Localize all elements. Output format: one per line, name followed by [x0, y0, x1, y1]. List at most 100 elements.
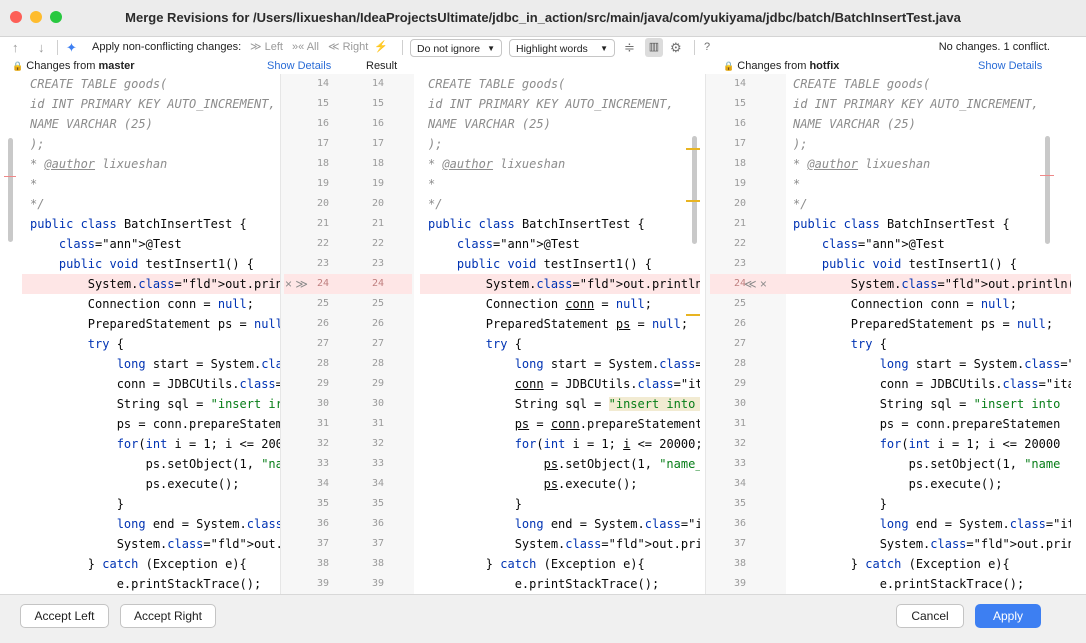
code-line[interactable]: * @author lixueshan [22, 154, 280, 174]
code-line[interactable]: System.class="fld">out.println("time c [420, 534, 700, 554]
code-line[interactable]: ps.execute(); [22, 474, 280, 494]
code-line[interactable]: * [22, 174, 280, 194]
highlight-mode-select[interactable]: Highlight words ▼ [509, 39, 615, 57]
code-line[interactable]: String sql = "insert into [420, 394, 700, 414]
result-code-pane[interactable]: CREATE TABLE goods(id INT PRIMARY KEY AU… [420, 74, 700, 594]
code-line[interactable]: id INT PRIMARY KEY AUTO_INCREMENT, [22, 94, 280, 114]
code-line[interactable]: CREATE TABLE goods( [420, 74, 700, 94]
left-scrollbar[interactable] [8, 138, 13, 242]
code-line[interactable]: ps.execute(); [420, 474, 700, 494]
code-line[interactable]: */ [22, 194, 280, 214]
ignore-whitespace-select[interactable]: Do not ignore ▼ [410, 39, 502, 57]
code-line[interactable]: public void testInsert1() { [420, 254, 700, 274]
code-line[interactable]: NAME VARCHAR (25) [420, 114, 700, 134]
code-line[interactable]: try { [22, 334, 280, 354]
code-line[interactable]: } [420, 494, 700, 514]
apply-left-button[interactable]: ≫ Left [250, 36, 283, 59]
code-line[interactable]: ps.setObject(1, "name_ [420, 454, 700, 474]
right-show-details-link[interactable]: Show Details [978, 59, 1042, 74]
apply-right-button[interactable]: ≪ Right [328, 36, 368, 59]
code-line[interactable]: Connection conn = null; [420, 294, 700, 314]
code-line[interactable]: ps = conn.prepareStatement [420, 414, 700, 434]
code-line[interactable]: } [785, 494, 1071, 514]
code-line[interactable]: conn = JDBCUtils.class="ital">getConnect [420, 374, 700, 394]
code-line[interactable]: conn = JDBCUtils.class="ital">getCor [22, 374, 280, 394]
code-line[interactable]: ps.setObject(1, "na [22, 454, 280, 474]
code-line[interactable]: ); [785, 134, 1071, 154]
magic-resolve-icon[interactable]: ✦ [66, 36, 77, 59]
code-line[interactable]: e.printStackTrace(); [420, 574, 700, 594]
code-line[interactable]: for(int i = 1; i <= 20000; [420, 434, 700, 454]
code-line[interactable]: * @author lixueshan [420, 154, 700, 174]
code-line[interactable]: Connection conn = null; [22, 294, 280, 314]
code-line[interactable]: public class BatchInsertTest { [22, 214, 280, 234]
code-line[interactable]: PreparedStatement ps = null [22, 314, 280, 334]
code-line[interactable]: System.class="fld">out.println("zz"); [785, 274, 1071, 294]
code-line[interactable]: class="ann">@Test [420, 234, 700, 254]
code-line[interactable]: class="ann">@Test [785, 234, 1071, 254]
code-line[interactable]: PreparedStatement ps = null; [420, 314, 700, 334]
code-line[interactable]: try { [420, 334, 700, 354]
code-line[interactable]: PreparedStatement ps = null; [785, 314, 1071, 334]
wand-icon[interactable]: ⚡ [374, 36, 388, 59]
accept-right-button[interactable]: Accept Right [120, 604, 216, 628]
left-show-details-link[interactable]: Show Details [267, 59, 331, 74]
code-line[interactable]: System.class="fld">out.println("yy"); [22, 274, 280, 294]
code-line[interactable]: id INT PRIMARY KEY AUTO_INCREMENT, [785, 94, 1071, 114]
code-line[interactable]: CREATE TABLE goods( [785, 74, 1071, 94]
code-line[interactable]: Connection conn = null; [785, 294, 1071, 314]
code-line[interactable]: ps = conn.prepareStatem [22, 414, 280, 434]
code-line[interactable]: System.class="fld">out.println("time [785, 534, 1071, 554]
code-line[interactable]: ps.execute(); [785, 474, 1071, 494]
code-line[interactable]: * [785, 174, 1071, 194]
settings-gear-icon[interactable]: ⚙ [670, 36, 682, 59]
apply-button[interactable]: Apply [975, 604, 1041, 628]
right-code-pane[interactable]: CREATE TABLE goods(id INT PRIMARY KEY AU… [785, 74, 1071, 594]
accept-left-button[interactable]: Accept Left [20, 604, 109, 628]
code-line[interactable]: } catch (Exception e){ [785, 554, 1071, 574]
code-line[interactable]: ps.setObject(1, "name [785, 454, 1071, 474]
code-line[interactable]: CREATE TABLE goods( [22, 74, 280, 94]
code-line[interactable]: String sql = "insert ir [22, 394, 280, 414]
code-line[interactable]: long start = System.class="ital">curre [785, 354, 1071, 374]
code-line[interactable]: for(int i = 1; i <= 200 [22, 434, 280, 454]
code-line[interactable]: long start = System.class="ital">cur [22, 354, 280, 374]
code-line[interactable]: ); [22, 134, 280, 154]
code-line[interactable]: id INT PRIMARY KEY AUTO_INCREMENT, [420, 94, 700, 114]
apply-all-button[interactable]: »« All [292, 36, 319, 59]
code-line[interactable]: conn = JDBCUtils.class="ital">getConne [785, 374, 1071, 394]
code-line[interactable]: } catch (Exception e){ [420, 554, 700, 574]
center-scrollbar[interactable] [692, 136, 697, 244]
sync-scroll-icon[interactable]: ▥ [645, 38, 663, 57]
code-line[interactable]: e.printStackTrace(); [22, 574, 280, 594]
code-line[interactable]: System.class="fld">out.println("tim [22, 534, 280, 554]
code-line[interactable]: System.class="fld">out.println("xx"); [420, 274, 700, 294]
next-difference-icon[interactable]: ↓ [38, 36, 45, 59]
code-line[interactable]: long end = System.class="ital">current [785, 514, 1071, 534]
code-line[interactable]: public void testInsert1() { [22, 254, 280, 274]
code-line[interactable]: ); [420, 134, 700, 154]
previous-difference-icon[interactable]: ↑ [12, 36, 19, 59]
code-line[interactable]: } catch (Exception e){ [22, 554, 280, 574]
code-line[interactable]: */ [420, 194, 700, 214]
code-line[interactable]: ps = conn.prepareStatemen [785, 414, 1071, 434]
code-line[interactable]: public void testInsert1() { [785, 254, 1071, 274]
code-line[interactable]: NAME VARCHAR (25) [22, 114, 280, 134]
left-code-pane[interactable]: CREATE TABLE goods(id INT PRIMARY KEY AU… [22, 74, 280, 594]
code-line[interactable]: try { [785, 334, 1071, 354]
code-line[interactable]: */ [785, 194, 1071, 214]
code-line[interactable]: * [420, 174, 700, 194]
collapse-unchanged-icon[interactable]: ≑ [624, 36, 635, 59]
code-line[interactable]: long start = System.class="ital">current [420, 354, 700, 374]
code-line[interactable]: * @author lixueshan [785, 154, 1071, 174]
code-line[interactable]: } [22, 494, 280, 514]
right-scrollbar[interactable] [1045, 136, 1050, 244]
code-line[interactable]: e.printStackTrace(); [785, 574, 1071, 594]
help-button[interactable]: ? [704, 36, 710, 59]
code-line[interactable]: long end = System.class="ital">currentT. [420, 514, 700, 534]
code-line[interactable]: class="ann">@Test [22, 234, 280, 254]
conflict-right-actions[interactable]: ≪ × [744, 274, 767, 294]
code-line[interactable]: public class BatchInsertTest { [420, 214, 700, 234]
cancel-button[interactable]: Cancel [896, 604, 964, 628]
code-line[interactable]: long end = System.class="ital">curre [22, 514, 280, 534]
